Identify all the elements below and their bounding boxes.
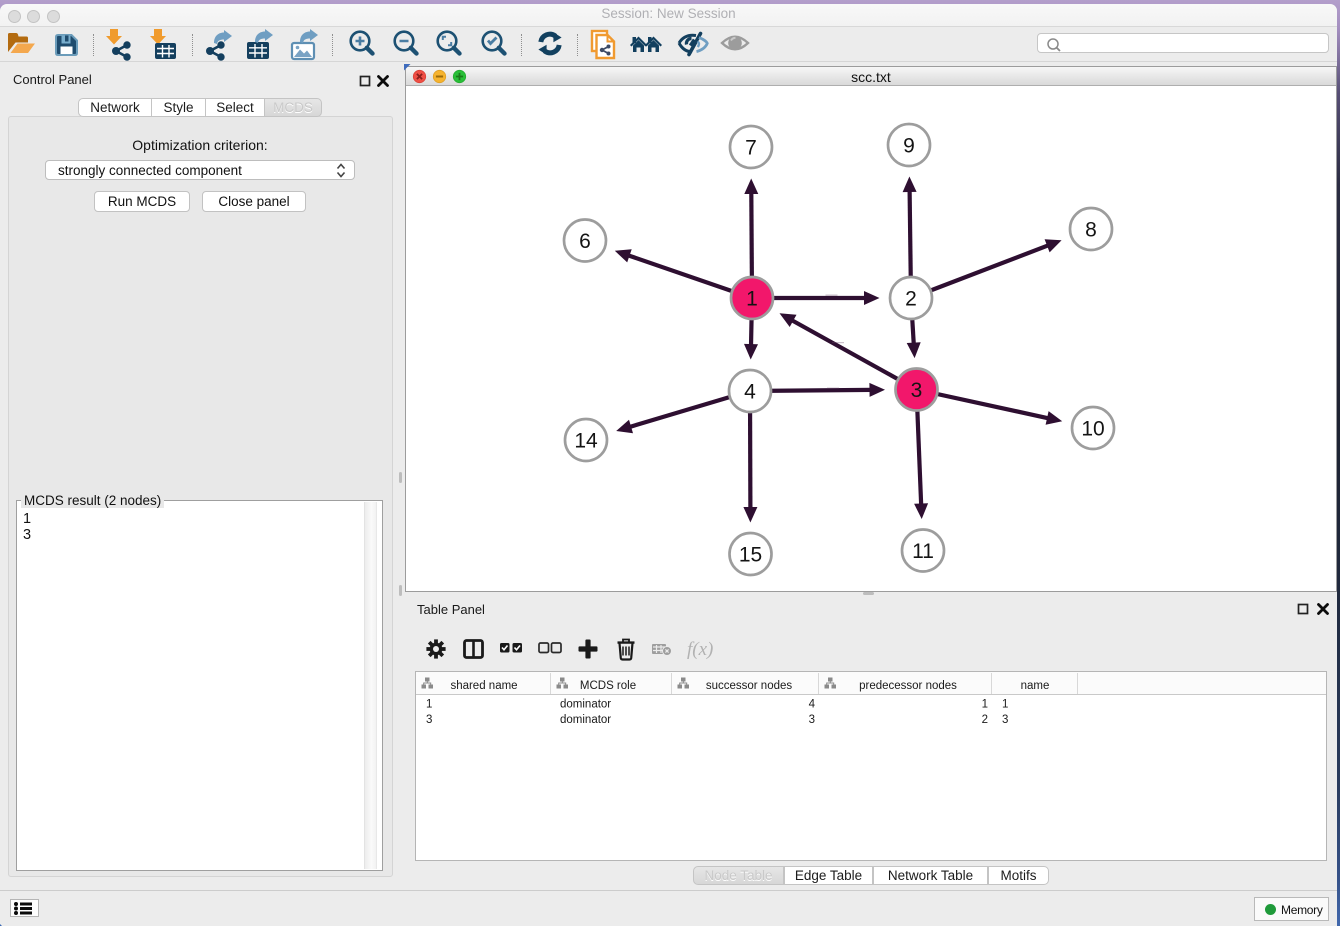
svg-text:3: 3 [426,714,432,726]
svg-text:3: 3 [809,714,815,726]
svg-text:15: 15 [739,544,762,567]
svg-text:2: 2 [982,714,988,726]
svg-text:1: 1 [1002,699,1008,711]
svg-text:2: 2 [905,288,917,311]
svg-text:14: 14 [574,430,598,453]
svg-text:6: 6 [579,230,591,253]
svg-text:f(x): f(x) [687,639,713,660]
svg-text:1: 1 [426,699,432,711]
svg-text:9: 9 [903,135,915,158]
svg-text:1: 1 [982,699,988,711]
svg-text:1: 1 [746,288,758,311]
svg-text:successor nodes: successor nodes [706,680,793,692]
svg-text:shared name: shared name [450,680,517,692]
svg-text:predecessor nodes: predecessor nodes [859,680,957,692]
svg-text:3: 3 [911,379,923,402]
svg-text:dominator: dominator [560,699,611,711]
svg-text:name: name [1021,680,1050,692]
svg-text:7: 7 [745,137,757,160]
svg-text:8: 8 [1085,219,1097,242]
svg-text:4: 4 [744,381,756,404]
svg-text:3: 3 [1002,714,1008,726]
svg-text:10: 10 [1081,418,1104,441]
svg-text:11: 11 [912,540,934,563]
svg-text:dominator: dominator [560,714,611,726]
svg-text:4: 4 [809,699,816,711]
svg-text:MCDS role: MCDS role [580,680,636,692]
